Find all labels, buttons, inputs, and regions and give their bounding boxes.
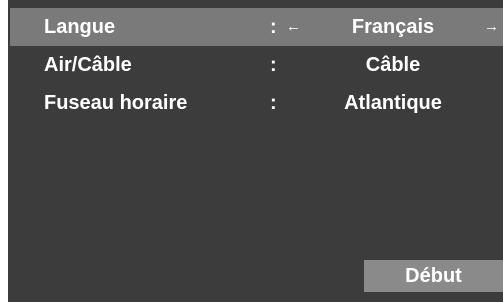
air-cable-value: Câble — [365, 54, 421, 76]
left-edge — [0, 0, 8, 302]
settings-row-timezone[interactable]: Fuseau horaire : Atlantique — [8, 84, 503, 122]
arrow-right-icon[interactable]: → — [484, 18, 499, 35]
timezone-colon: : — [270, 92, 277, 114]
settings-row-language[interactable]: Langue : ← Français → — [10, 8, 503, 46]
timezone-value: Atlantique — [344, 92, 442, 114]
air-cable-label: Air/Câble — [44, 54, 132, 76]
language-label: Langue — [44, 16, 116, 38]
settings-row-air-cable[interactable]: Air/Câble : Câble — [8, 46, 503, 84]
start-button[interactable]: Début — [364, 260, 503, 292]
setup-screen: Langue : ← Français → Air/Câble : Câble … — [0, 0, 503, 302]
air-cable-colon: : — [270, 54, 277, 76]
language-value: Français — [351, 16, 435, 38]
arrow-left-icon[interactable]: ← — [286, 18, 301, 35]
language-colon: : — [270, 16, 277, 38]
timezone-label: Fuseau horaire — [44, 92, 188, 114]
